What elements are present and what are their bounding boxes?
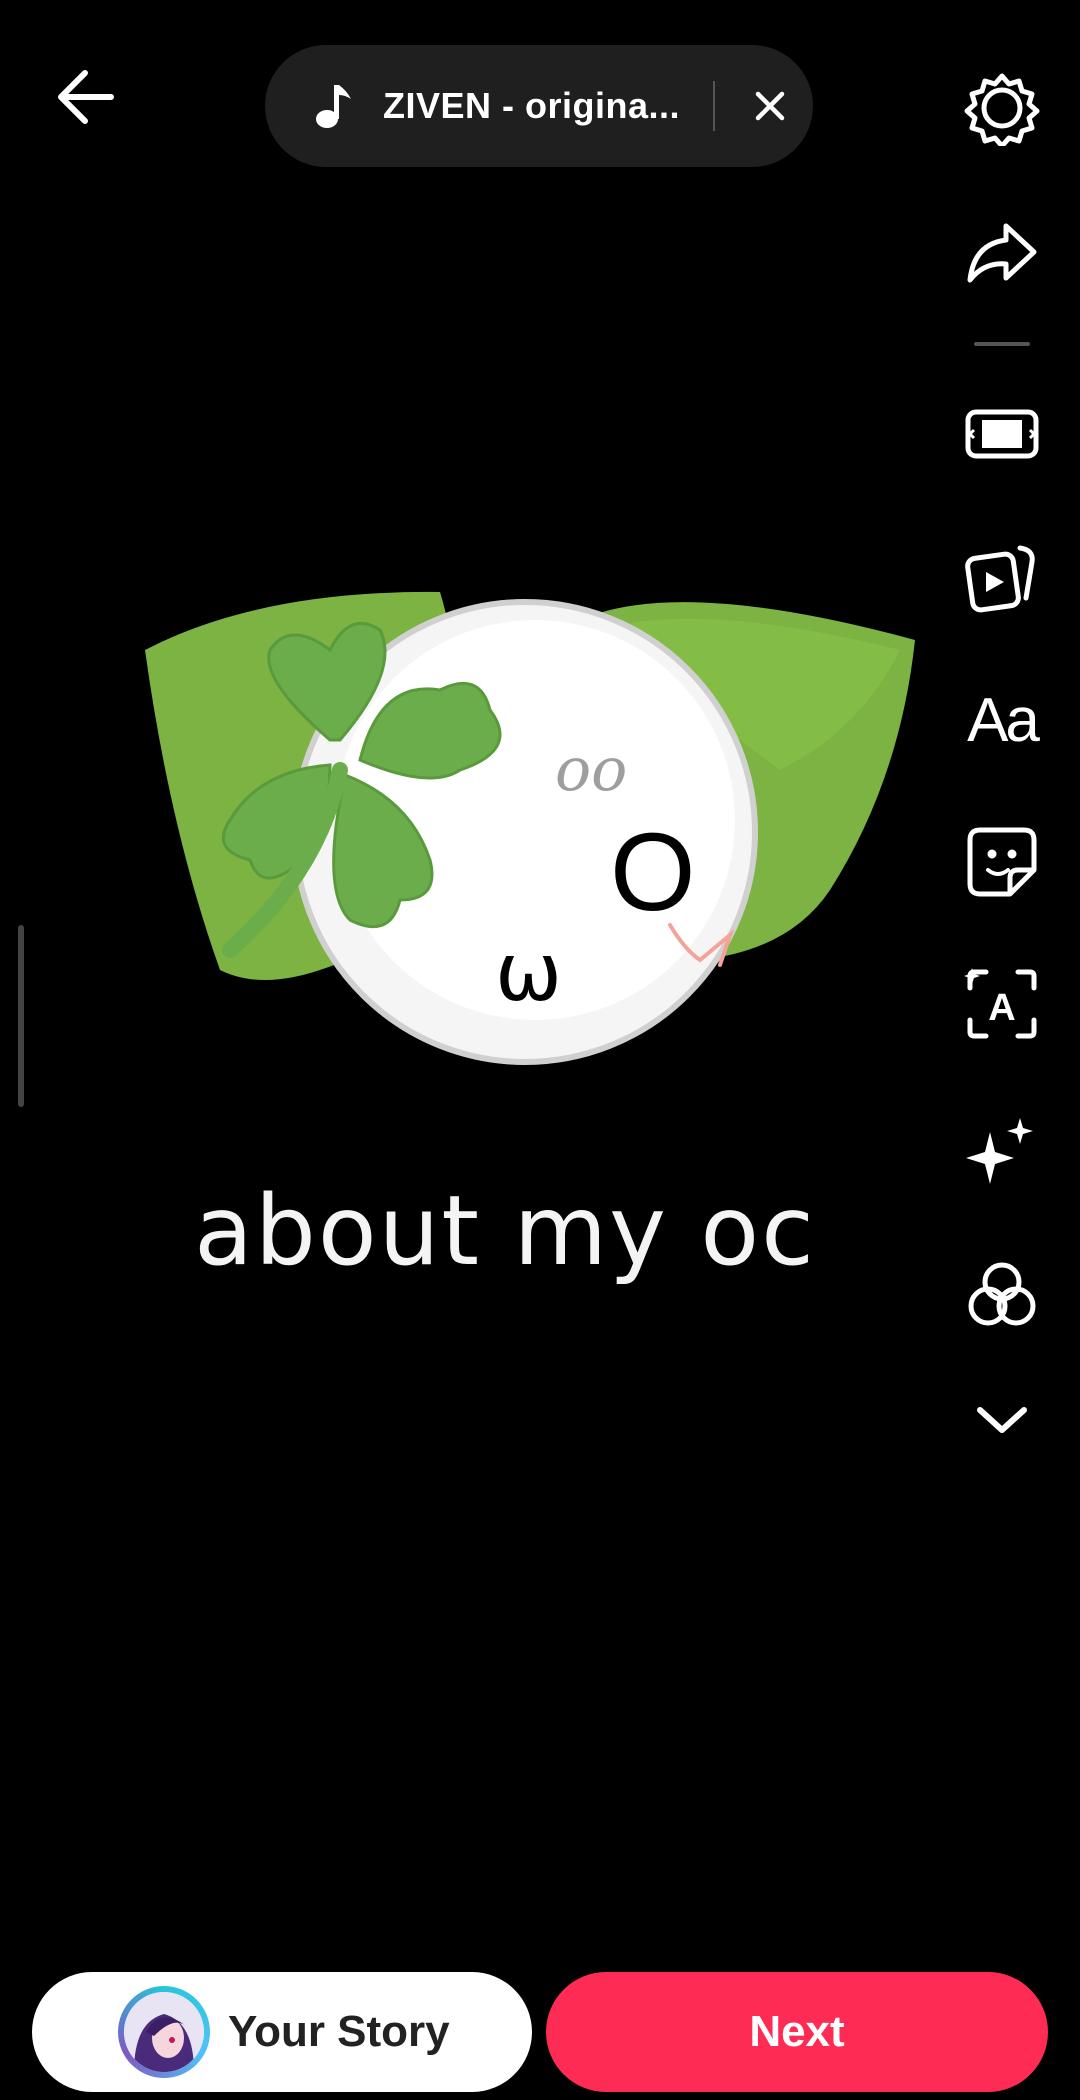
music-note-icon <box>316 85 351 128</box>
adjust-clips-button[interactable] <box>960 392 1044 476</box>
settings-button[interactable] <box>960 66 1044 150</box>
text-icon: Aa <box>967 685 1040 755</box>
next-label: Next <box>749 2007 845 2056</box>
your-story-label: Your Story <box>228 2007 450 2056</box>
templates-button[interactable] <box>960 534 1044 618</box>
avatar-image <box>124 1992 204 2072</box>
svg-text:ω: ω <box>495 926 562 1019</box>
captions-button[interactable]: A <box>960 962 1044 1046</box>
stickers-button[interactable] <box>960 820 1044 904</box>
auto-caption-icon: A <box>964 968 1037 1039</box>
video-cards-icon <box>965 545 1035 613</box>
arrow-left-icon <box>58 70 114 124</box>
sticker-icon <box>967 827 1037 897</box>
next-button[interactable]: Next <box>546 1972 1048 2092</box>
svg-text:oo: oo <box>555 735 627 805</box>
pill-divider <box>713 81 715 131</box>
remove-sound-button[interactable] <box>735 71 805 141</box>
gear-icon <box>964 73 1040 146</box>
sound-selector[interactable]: ZIVEN - origina... <box>265 45 813 167</box>
oc-artwork: oo O ω <box>145 591 915 1065</box>
back-button[interactable] <box>50 62 120 132</box>
text-button[interactable]: Aa <box>960 678 1044 762</box>
your-story-button[interactable]: Your Story <box>32 1972 532 2092</box>
more-tools-button[interactable] <box>960 1378 1044 1462</box>
sound-title: ZIVEN - origina... <box>383 85 681 126</box>
crop-frame-icon <box>965 409 1039 459</box>
svg-text:A: A <box>988 987 1015 1029</box>
avatar <box>118 1986 210 2078</box>
caption-text[interactable]: about my oc <box>0 1175 1010 1287</box>
toolbar-divider <box>974 342 1030 346</box>
share-button[interactable] <box>960 212 1044 296</box>
close-icon <box>755 91 785 121</box>
chevron-down-icon <box>977 1407 1027 1433</box>
scroll-handle[interactable] <box>18 925 24 1107</box>
share-arrow-icon <box>967 223 1037 283</box>
svg-text:O: O <box>610 811 696 934</box>
